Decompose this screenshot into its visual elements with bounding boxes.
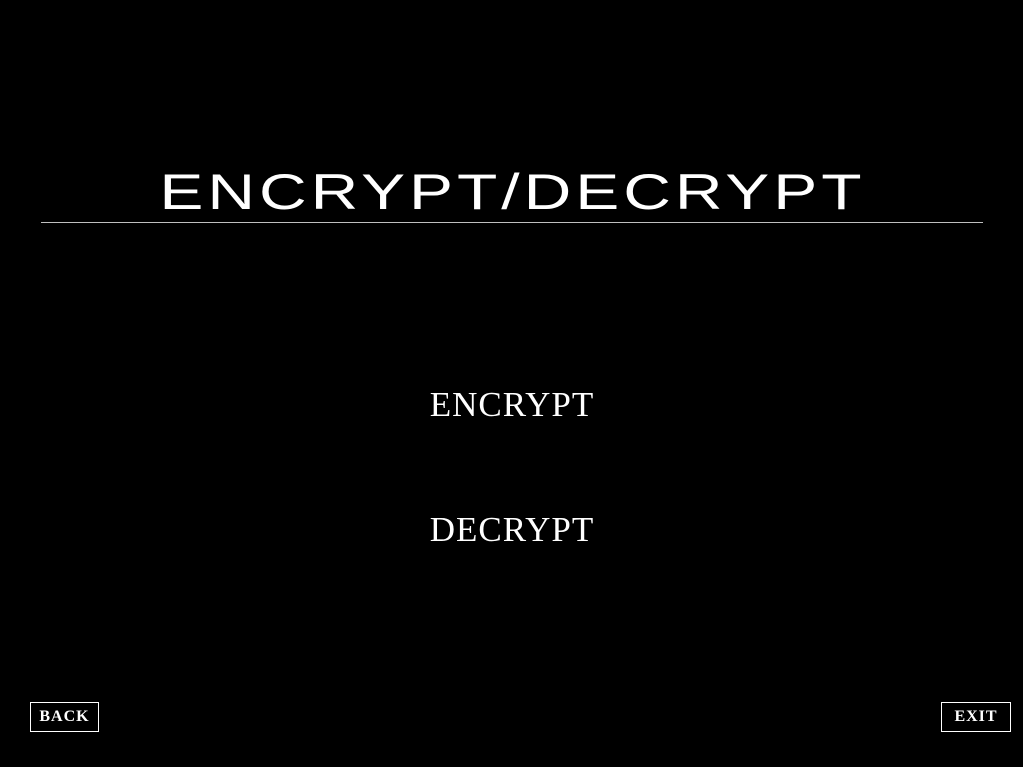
- back-button[interactable]: BACK: [30, 702, 99, 732]
- encrypt-option[interactable]: ENCRYPT: [362, 385, 662, 425]
- exit-button-label: EXIT: [954, 708, 998, 725]
- page-title: ENCRYPT/DECRYPT: [41, 163, 983, 221]
- page-title-text: ENCRYPT/DECRYPT: [158, 164, 866, 220]
- back-button-label: BACK: [39, 708, 90, 725]
- title-underline: [41, 222, 983, 223]
- decrypt-option[interactable]: DECRYPT: [362, 510, 662, 550]
- exit-button[interactable]: EXIT: [941, 702, 1011, 732]
